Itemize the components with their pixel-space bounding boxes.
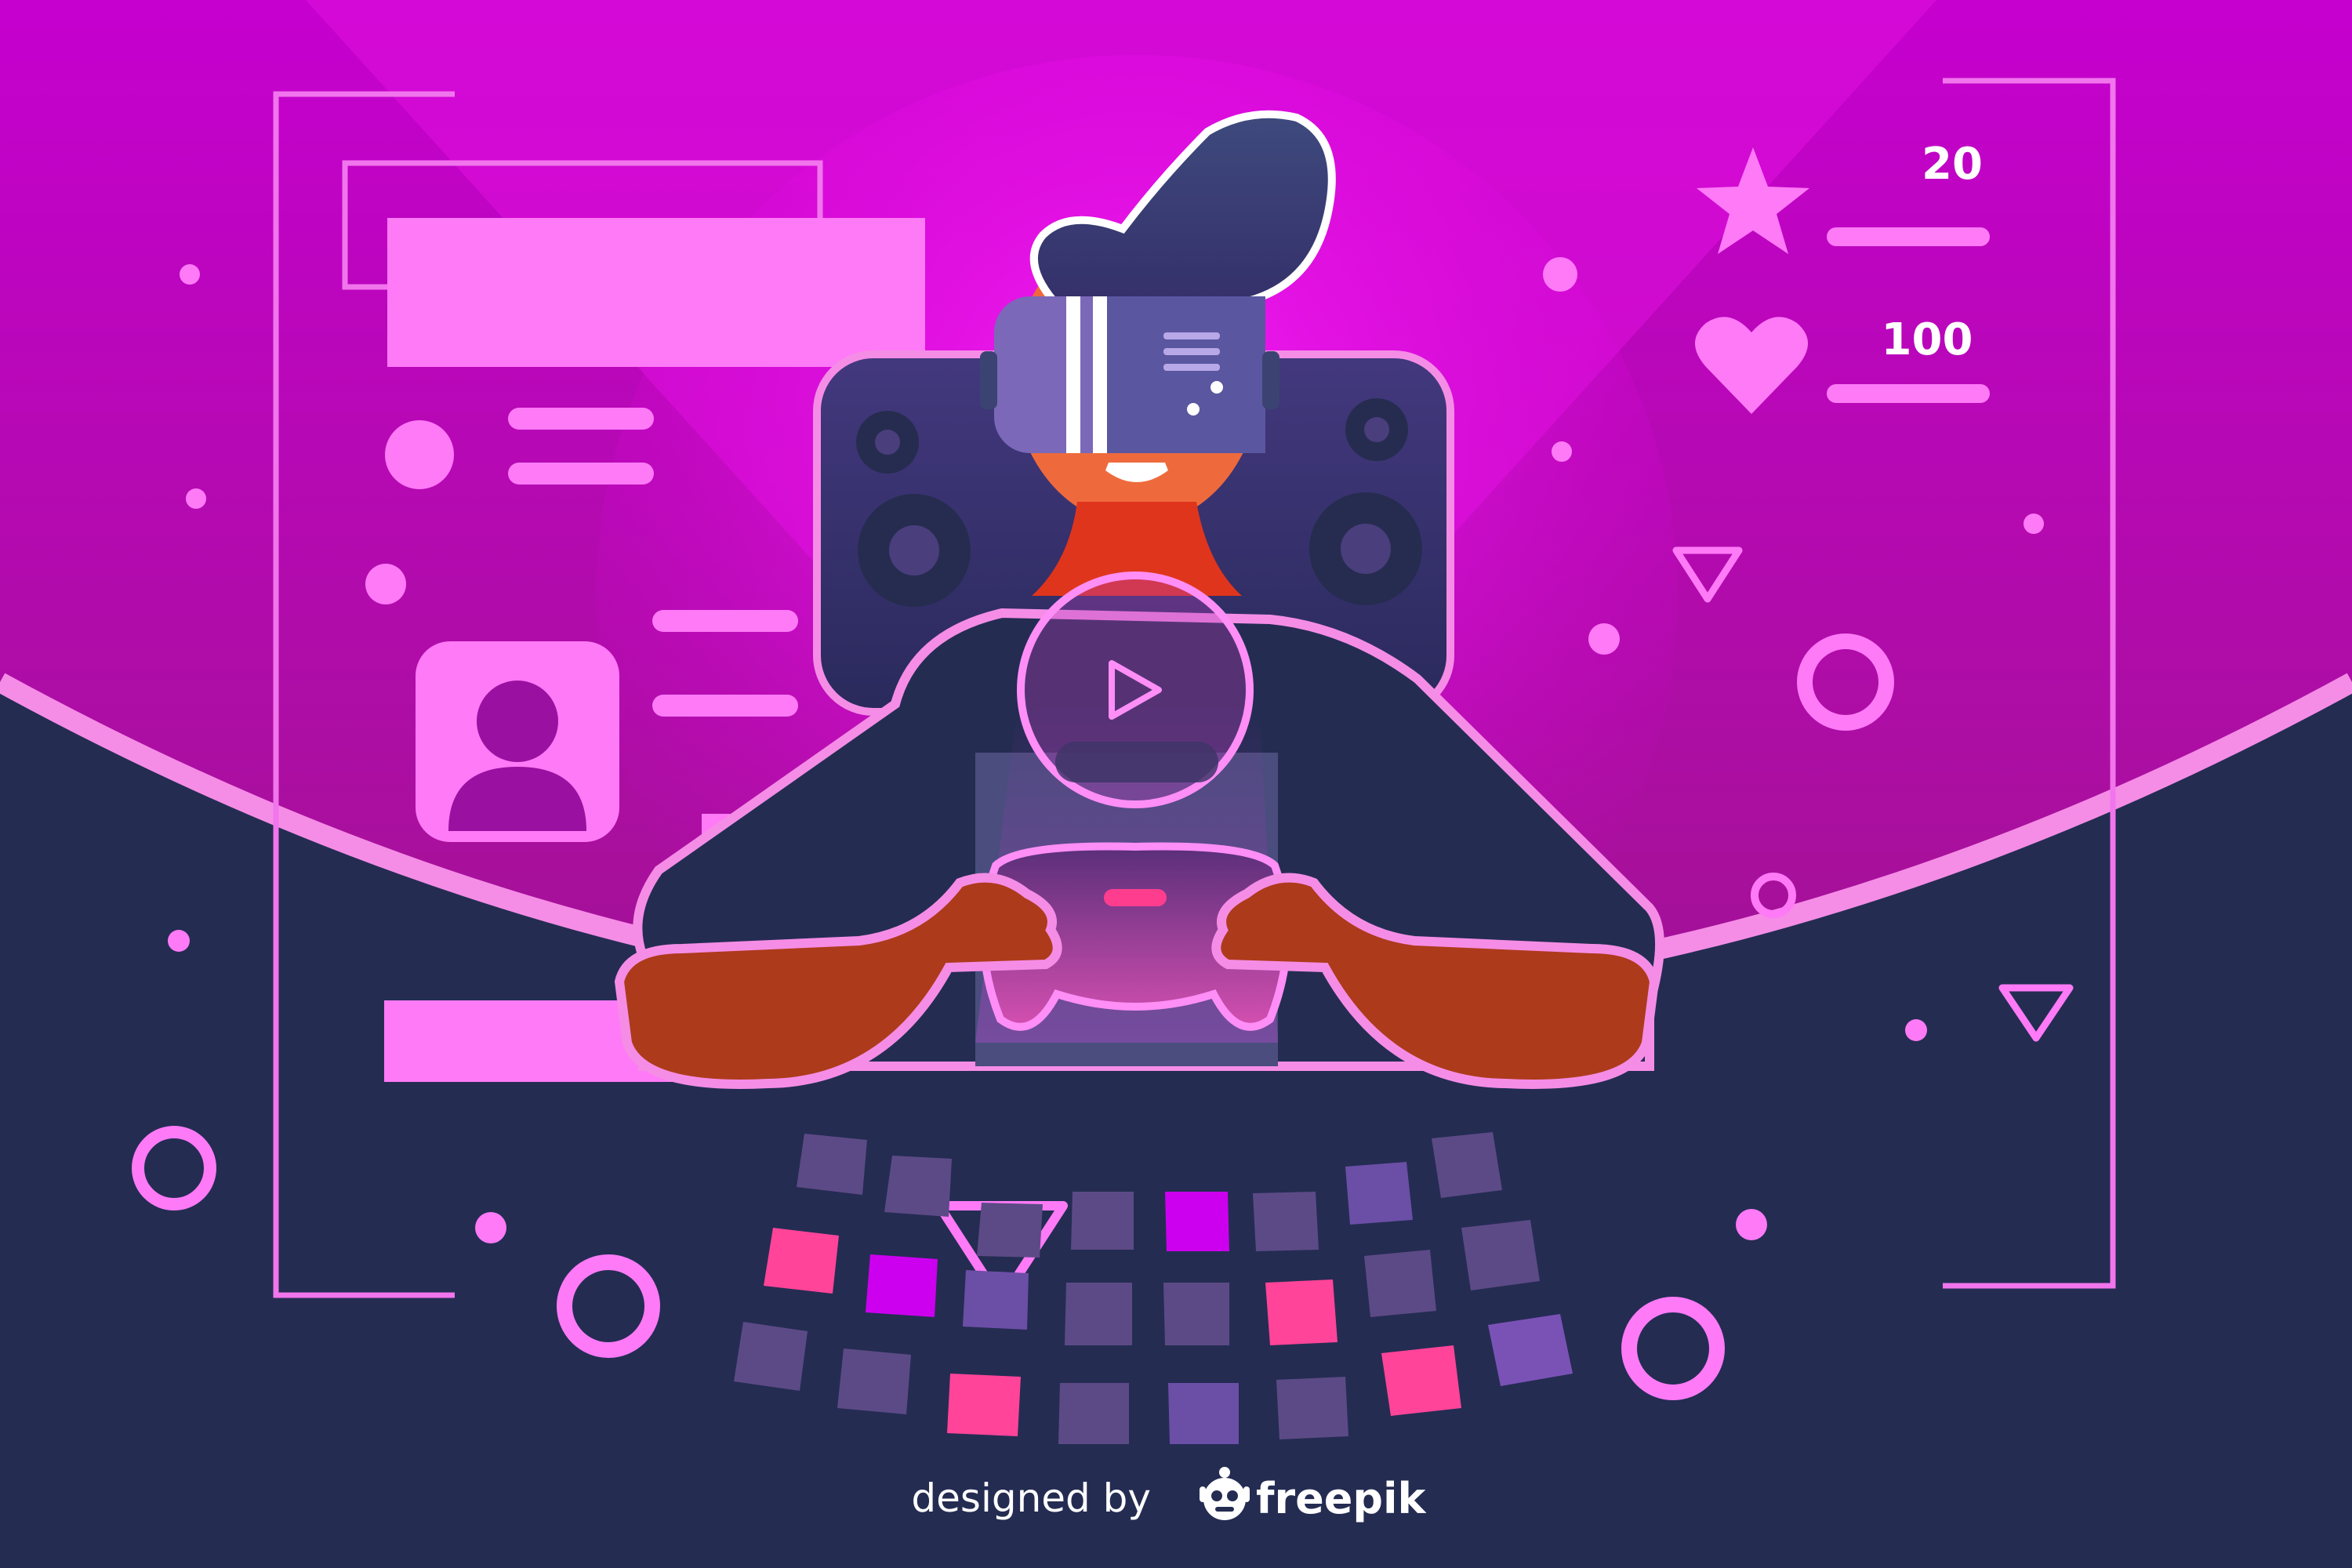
star-bar: [1827, 227, 1990, 246]
key-tile: [947, 1374, 1021, 1436]
credit-prefix: designed by: [911, 1475, 1151, 1521]
small-dot: [365, 564, 406, 604]
profile-dot: [385, 420, 454, 489]
key-tile: [1364, 1250, 1436, 1317]
key-tile: [1071, 1192, 1134, 1250]
key-tile: [837, 1348, 911, 1414]
key-tile: [963, 1270, 1029, 1330]
heart-score: 100: [1882, 314, 1973, 365]
key-tile: [1345, 1162, 1413, 1225]
heart-bar: [1827, 384, 1990, 403]
key-tile: [1488, 1314, 1573, 1386]
key-tile: [1253, 1192, 1319, 1251]
key-tile: [1381, 1345, 1461, 1416]
key-tile: [884, 1156, 952, 1217]
key-tile: [1276, 1377, 1348, 1439]
profile-line-2: [508, 463, 654, 485]
key-tile: [1265, 1279, 1338, 1345]
key-tile: [1058, 1383, 1129, 1444]
user-avatar-card: [416, 641, 619, 842]
info-line-2: [652, 695, 798, 717]
credit-brand: freepik: [1256, 1474, 1427, 1523]
key-tile: [1432, 1132, 1502, 1198]
vr-gamer-illustration: 20 100 designed by freepik: [0, 0, 2352, 1568]
vr-headset: [980, 296, 1279, 453]
key-tile: [866, 1254, 938, 1317]
profile-line-1: [508, 408, 654, 430]
key-tile: [1065, 1283, 1132, 1345]
key-tile: [1163, 1283, 1229, 1345]
visor-bar: [1055, 742, 1218, 782]
info-line-1: [652, 610, 798, 632]
key-tile: [977, 1203, 1043, 1258]
key-tile: [1165, 1192, 1229, 1251]
left-panel-title-bar: [387, 218, 925, 367]
star-score: 20: [1922, 139, 1983, 190]
key-tile: [1461, 1220, 1540, 1290]
key-tile: [1168, 1383, 1239, 1444]
key-tile: [734, 1322, 808, 1391]
key-tile: [764, 1228, 839, 1294]
key-tile: [797, 1134, 867, 1195]
